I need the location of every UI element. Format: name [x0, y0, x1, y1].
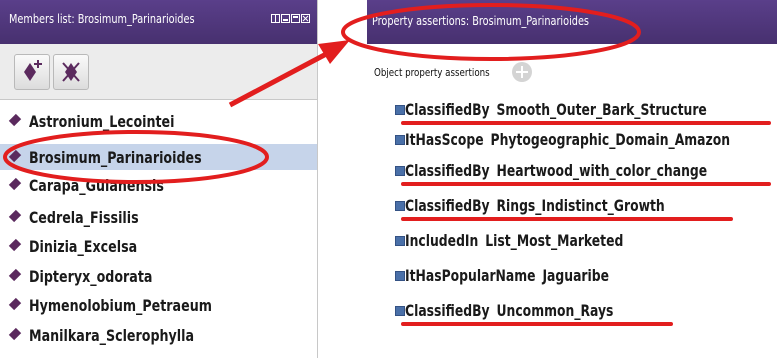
property-assertions-title: Property assertions: Brosimum_Parinarioi…: [372, 14, 589, 28]
assertion-text: ItHasScope Phytogeographic_Domain_Amazon: [405, 130, 731, 149]
list-item-label: Dinizia_Excelsa: [29, 237, 138, 256]
individual-icon: [8, 268, 22, 282]
list-item[interactable]: Carapa_Guianensis: [0, 172, 317, 198]
individual-icon: [8, 327, 22, 341]
assertion-row[interactable]: ClassifiedBy Smooth_Outer_Bark_Structure: [367, 94, 777, 125]
list-item-label: Cedrela_Fissilis: [29, 208, 139, 227]
individual-icon: [8, 177, 22, 191]
object-property-icon: [395, 236, 405, 246]
object-property-icon: [395, 306, 405, 316]
property-assertions-panel: Property assertions: Brosimum_Parinarioi…: [367, 0, 777, 358]
assertion-row[interactable]: IncludedIn List_Most_Marketed: [367, 225, 777, 255]
arrow-head-icon: [318, 40, 350, 64]
object-property-icon: [395, 201, 405, 211]
assertion-row[interactable]: ItHasScope Phytogeographic_Domain_Amazon: [367, 124, 777, 154]
list-item-selected[interactable]: Brosimum_Parinarioides: [0, 144, 317, 170]
window-controls: [271, 14, 310, 23]
maximize-icon[interactable]: [291, 14, 300, 23]
assertion-text: ItHasPopularName Jaguaribe: [405, 266, 610, 285]
list-item-label: Astronium_Lecointei: [29, 112, 175, 131]
list-item-label: Carapa_Guianensis: [29, 176, 164, 195]
list-item-label: Hymenolobium_Petraeum: [29, 296, 212, 315]
assertion-text: ClassifiedBy Smooth_Outer_Bark_Structure: [405, 100, 707, 119]
list-item[interactable]: Manilkara_Sclerophylla: [0, 322, 317, 348]
assertion-text: ClassifiedBy Rings_Indistinct_Growth: [405, 196, 665, 215]
delete-individual-button[interactable]: [53, 54, 89, 90]
add-individual-icon: [24, 60, 42, 81]
assertion-row[interactable]: ClassifiedBy Uncommon_Rays: [367, 295, 777, 326]
list-item[interactable]: Dinizia_Excelsa: [0, 233, 317, 259]
add-icon[interactable]: [512, 62, 532, 82]
assertion-row[interactable]: ClassifiedBy Rings_Indistinct_Growth: [367, 190, 777, 221]
object-property-header: Object property assertions: [367, 44, 777, 94]
assertion-text: IncludedIn List_Most_Marketed: [405, 231, 624, 250]
object-property-icon: [395, 166, 405, 176]
list-item[interactable]: Hymenolobium_Petraeum: [0, 292, 317, 318]
minimize-icon[interactable]: [281, 14, 290, 23]
individual-icon: [8, 209, 22, 223]
object-property-icon: [395, 271, 405, 281]
individual-icon: [8, 297, 22, 311]
red-underline: [401, 322, 673, 326]
members-list-title: Members list: Brosimum_Parinarioides: [9, 12, 195, 26]
assertion-row[interactable]: ClassifiedBy Heartwood_with_color_change: [367, 155, 777, 186]
object-property-icon: [395, 105, 405, 115]
split-view-icon[interactable]: [271, 14, 280, 23]
assertion-row[interactable]: ItHasPopularName Jaguaribe: [367, 260, 777, 290]
list-item-label: Dipteryx_odorata: [29, 267, 153, 286]
list-item[interactable]: Dipteryx_odorata: [0, 263, 317, 289]
list-item[interactable]: Cedrela_Fissilis: [0, 204, 317, 230]
assertion-text: ClassifiedBy Heartwood_with_color_change: [405, 161, 708, 180]
property-assertions-titlebar: Property assertions: Brosimum_Parinarioi…: [367, 0, 777, 44]
members-list-panel: Members list: Brosimum_Parinarioides Ast…: [0, 0, 318, 358]
assertion-text: ClassifiedBy Uncommon_Rays: [405, 301, 614, 320]
object-property-icon: [395, 135, 405, 145]
list-item[interactable]: Astronium_Lecointei: [0, 108, 317, 134]
red-underline: [401, 217, 733, 221]
red-underline: [401, 182, 771, 186]
individual-icon: [8, 149, 22, 163]
close-icon[interactable]: [301, 14, 310, 23]
list-item-label: Brosimum_Parinarioides: [29, 148, 202, 167]
list-item-label: Manilkara_Sclerophylla: [29, 326, 195, 345]
members-toolbar: [0, 44, 317, 100]
delete-individual-icon: [62, 62, 80, 82]
add-individual-button[interactable]: [14, 54, 50, 90]
individual-icon: [8, 238, 22, 252]
members-list-titlebar: Members list: Brosimum_Parinarioides: [0, 0, 317, 44]
individual-icon: [8, 113, 22, 127]
object-property-assertions-label: Object property assertions: [374, 66, 490, 79]
